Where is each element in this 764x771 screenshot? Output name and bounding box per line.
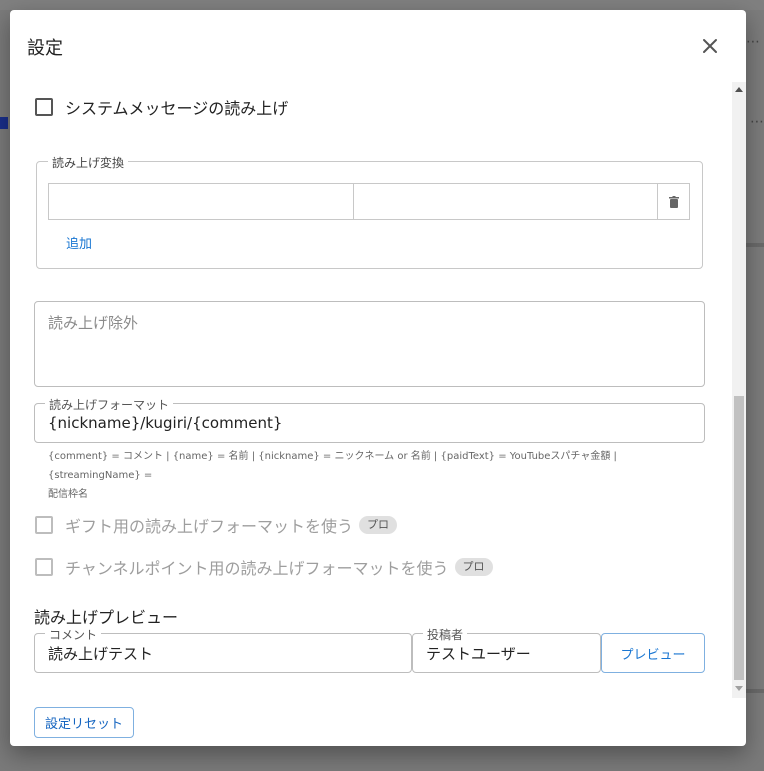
format-help-line-1: {comment} = コメント | {name} = 名前 | {nickna… bbox=[48, 451, 617, 481]
background-more-icon-2: ⋯ bbox=[750, 114, 764, 130]
preview-comment-input[interactable] bbox=[35, 634, 411, 672]
system-message-label: システムメッセージの読み上げ bbox=[65, 99, 289, 118]
background-topbar bbox=[0, 0, 764, 10]
scroll-up-icon[interactable] bbox=[735, 87, 743, 92]
conversion-body: 追加 bbox=[36, 161, 703, 269]
pro-badge: プロ bbox=[454, 558, 493, 576]
conversion-to-input[interactable] bbox=[354, 184, 658, 219]
gift-format-label: ギフト用の読み上げフォーマットを使う bbox=[65, 517, 354, 536]
preview-comment-field: コメント bbox=[34, 626, 412, 673]
scroll-down-icon[interactable] bbox=[735, 686, 743, 691]
preview-section-title: 読み上げプレビュー bbox=[34, 608, 179, 627]
format-help-line-2: 配信枠名 bbox=[48, 489, 88, 500]
channel-point-format-label: チャンネルポイント用の読み上げフォーマットを使う bbox=[65, 559, 449, 578]
preview-button[interactable]: プレビュー bbox=[601, 633, 705, 673]
settings-scroll-area[interactable]: システムメッセージの読み上げ 読み上げ変換 追加 読み上げ除外 読み上げフォーマ… bbox=[10, 82, 746, 698]
exclude-field bbox=[34, 301, 705, 387]
add-conversion-button[interactable]: 追加 bbox=[66, 233, 92, 252]
dialog-title: 設定 bbox=[27, 38, 63, 59]
pro-badge: プロ bbox=[359, 516, 398, 534]
background-accent-mark bbox=[0, 117, 8, 129]
gift-format-checkbox[interactable] bbox=[35, 516, 53, 534]
background-more-icon: ⋯ bbox=[746, 34, 761, 50]
channel-point-format-row[interactable]: チャンネルポイント用の読み上げフォーマットを使う プロ bbox=[35, 555, 493, 579]
format-input[interactable] bbox=[35, 404, 704, 442]
dialog-scrollbar[interactable] bbox=[732, 82, 746, 698]
settings-dialog: 設定 システムメッセージの読み上げ 読み上げ変換 追加 読み上げ除外 読み上げフ… bbox=[10, 10, 746, 746]
reset-settings-button[interactable]: 設定リセット bbox=[34, 707, 134, 738]
close-button[interactable] bbox=[696, 32, 724, 60]
channel-point-format-checkbox[interactable] bbox=[35, 558, 53, 576]
preview-poster-input[interactable] bbox=[413, 634, 600, 672]
delete-conversion-button[interactable] bbox=[658, 184, 689, 219]
conversion-from-input[interactable] bbox=[49, 184, 354, 219]
preview-poster-field: 投稿者 bbox=[412, 626, 601, 673]
background-divider bbox=[746, 243, 764, 247]
system-message-checkbox[interactable] bbox=[35, 98, 53, 116]
exclude-textarea[interactable] bbox=[35, 302, 704, 386]
scroll-thumb[interactable] bbox=[734, 396, 744, 680]
conversion-row bbox=[48, 183, 690, 220]
format-field: 読み上げフォーマット bbox=[34, 396, 705, 443]
trash-icon bbox=[668, 195, 679, 208]
format-help-text: {comment} = コメント | {name} = 名前 | {nickna… bbox=[48, 447, 708, 504]
close-icon bbox=[703, 39, 717, 53]
gift-format-row[interactable]: ギフト用の読み上げフォーマットを使う プロ bbox=[35, 513, 398, 537]
system-message-row[interactable]: システムメッセージの読み上げ bbox=[35, 95, 288, 119]
background-divider-2 bbox=[746, 689, 764, 693]
